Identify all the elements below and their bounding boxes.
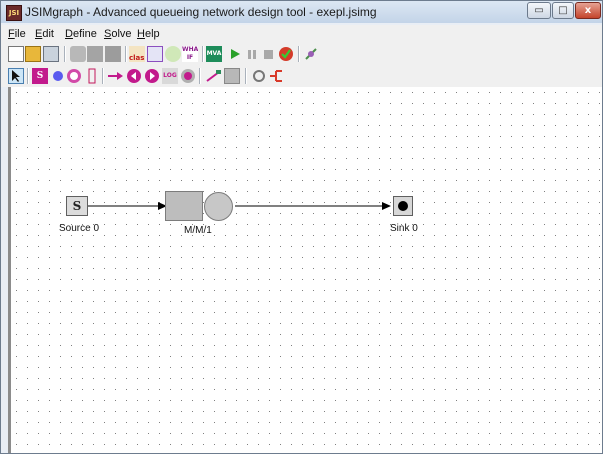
copy-icon[interactable] [87,46,103,62]
mva-icon[interactable]: MVA [206,46,222,62]
toolbar-separator [27,68,29,84]
delay-icon[interactable] [84,68,100,84]
window-title: JSIMgraph - Advanced queueing network de… [25,5,377,19]
what-if-icon[interactable]: WHAT IF [182,46,198,62]
title-bar[interactable]: JSI JSIMgraph - Advanced queueing networ… [1,1,602,23]
minimize-button[interactable]: ▭ [527,2,551,19]
source-icon[interactable]: S [32,68,48,84]
source-node[interactable]: S [66,196,88,216]
toolbar-separator [64,46,66,62]
split-icon[interactable] [269,68,285,84]
app-window: JSI JSIMgraph - Advanced queueing networ… [0,0,603,454]
parameters-icon[interactable] [147,46,163,62]
main-toolbar: class WHAT IF MVA [1,43,602,65]
source-label: Source 0 [59,223,100,234]
queue-station-icon[interactable] [66,68,82,84]
menu-file[interactable]: File [8,28,26,40]
toolbar-separator [298,46,300,62]
join-icon[interactable] [144,68,160,84]
menu-define[interactable]: Define [65,28,97,40]
menu-bar: File Edit Define Solve Help [1,25,602,43]
save-icon[interactable] [43,46,59,62]
queue-label: M/M/1 [184,225,212,236]
app-logo-icon: JSI [6,5,22,21]
toolbar-separator [245,68,247,84]
toolbar-separator [199,68,201,84]
toolbar-separator [102,68,104,84]
network-canvas[interactable]: S Source 0 M/M/1 Sink 0 [8,87,602,453]
connection-icon[interactable] [205,68,221,84]
queue-server[interactable] [204,192,233,221]
blocking-region-icon[interactable] [224,68,240,84]
sink-node[interactable] [393,196,413,216]
select-arrow-icon[interactable] [8,68,24,84]
open-folder-icon[interactable] [25,46,41,62]
logger-icon[interactable]: LOG [162,68,178,84]
new-file-icon[interactable] [8,46,24,62]
sink-label: Sink 0 [390,223,418,234]
fork-icon[interactable] [107,68,123,84]
menu-solve[interactable]: Solve [104,28,132,40]
maximize-button[interactable]: □ [552,2,574,19]
options-icon[interactable] [303,46,319,62]
sink-icon[interactable] [50,68,66,84]
close-button[interactable]: x [575,2,601,19]
classes-icon[interactable]: class [129,46,145,62]
pause-icon[interactable] [244,46,260,62]
cut-icon[interactable] [70,46,86,62]
queue-buffer[interactable] [165,191,203,221]
refresh-icon[interactable] [251,68,267,84]
sink-dot-icon [398,201,408,211]
results-icon[interactable] [278,46,294,62]
paste-icon[interactable] [105,46,121,62]
routing-icon[interactable] [126,68,142,84]
place-icon[interactable] [180,68,196,84]
menu-edit[interactable]: Edit [35,28,54,40]
components-toolbar: S LOG [1,65,602,87]
run-icon[interactable] [227,46,243,62]
menu-help[interactable]: Help [137,28,160,40]
stop-icon[interactable] [260,46,276,62]
arrowhead-sink [382,202,391,210]
measures-icon[interactable] [165,46,181,62]
toolbar-separator [202,46,204,62]
toolbar-separator [125,46,127,62]
connections-layer [83,202,391,210]
